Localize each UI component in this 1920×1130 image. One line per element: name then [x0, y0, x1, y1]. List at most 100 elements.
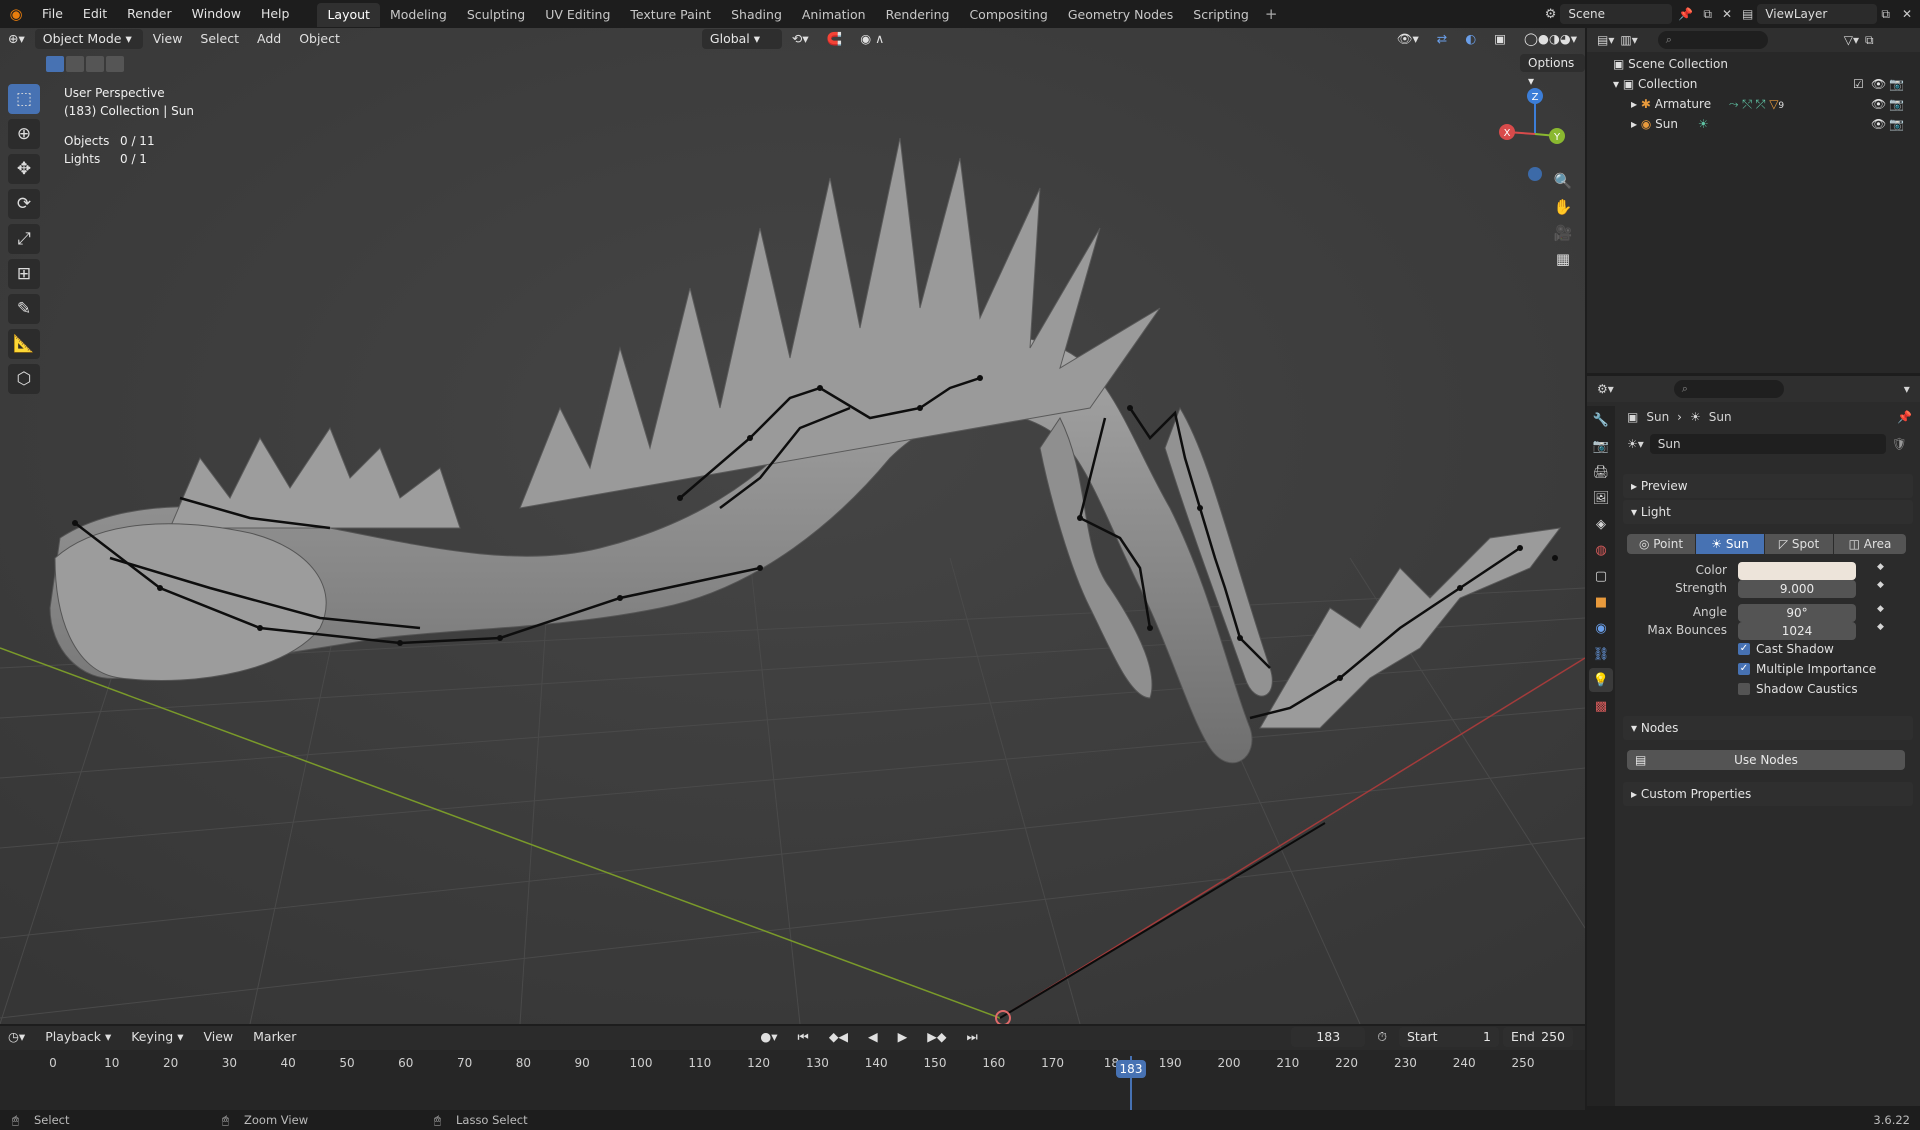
- display-mode-icon[interactable]: ▥▾: [1620, 33, 1637, 47]
- zoom-icon[interactable]: 🔍: [1550, 168, 1576, 194]
- tool-tab-icon[interactable]: 🔧: [1589, 408, 1613, 432]
- pin-properties-icon[interactable]: 📌: [1897, 410, 1912, 424]
- menu-view[interactable]: View: [145, 29, 191, 49]
- snap-icon[interactable]: 🧲: [819, 29, 851, 49]
- cast-shadow-check-icon[interactable]: ✓: [1738, 643, 1750, 655]
- menu-file[interactable]: File: [32, 0, 73, 28]
- light-data-tab-icon[interactable]: 💡: [1589, 668, 1613, 692]
- properties-type-icon[interactable]: ⚙▾: [1597, 382, 1614, 396]
- tab-scripting[interactable]: Scripting: [1183, 3, 1259, 27]
- new-collection-icon[interactable]: ⧉: [1865, 33, 1874, 48]
- fake-user-icon[interactable]: 🛡: [1892, 437, 1907, 451]
- shadow-caustics-check-icon[interactable]: [1738, 683, 1750, 695]
- tab-geometry-nodes[interactable]: Geometry Nodes: [1058, 3, 1183, 27]
- select-mode-buttons[interactable]: [46, 56, 124, 72]
- orientation-dropdown[interactable]: Global ▾: [701, 29, 782, 49]
- use-nodes-button[interactable]: ▤ Use Nodes: [1627, 750, 1905, 770]
- datablock-name-field[interactable]: Sun: [1649, 434, 1886, 454]
- light-type-sun[interactable]: ☀ Sun: [1696, 534, 1764, 554]
- tab-animation[interactable]: Animation: [792, 3, 876, 27]
- scale-icon[interactable]: ⤢: [8, 224, 40, 254]
- 3d-viewport[interactable]: ⊕▾ Object Mode ▾ View Select Add Object …: [0, 28, 1585, 1024]
- visibility-icon[interactable]: 👁▾: [1389, 29, 1427, 49]
- menu-select[interactable]: Select: [192, 29, 247, 49]
- menu-add[interactable]: Add: [249, 29, 289, 49]
- mode-dropdown[interactable]: Object Mode ▾: [34, 29, 143, 49]
- max-bounces-field[interactable]: 1024: [1738, 622, 1856, 640]
- proportional-edit-icon[interactable]: ◉ ∧: [852, 29, 892, 49]
- pan-hand-icon[interactable]: ✋: [1550, 194, 1576, 220]
- options-dropdown[interactable]: Options ▾: [1520, 54, 1585, 88]
- rotate-icon[interactable]: ⟳: [8, 189, 40, 219]
- menu-render[interactable]: Render: [117, 0, 182, 28]
- gizmo-toggle-icon[interactable]: ⇄: [1429, 29, 1455, 49]
- tab-sculpting[interactable]: Sculpting: [457, 3, 535, 27]
- expand-sun-icon[interactable]: ▸: [1631, 117, 1637, 131]
- add-workspace-icon[interactable]: +: [1259, 5, 1284, 23]
- expand-collection-icon[interactable]: ▾: [1613, 77, 1619, 91]
- strength-field[interactable]: 9.000: [1738, 580, 1856, 598]
- properties-search-input[interactable]: ⌕: [1673, 380, 1784, 398]
- delete-view-layer-icon[interactable]: ✕: [1894, 7, 1920, 21]
- collection-camera-icon[interactable]: 📷: [1889, 74, 1904, 94]
- collection-row[interactable]: ▾ ▣ Collection ☑ 👁 📷: [1613, 74, 1913, 94]
- scene-icon[interactable]: ⚙: [1541, 7, 1561, 22]
- sun-eye-icon[interactable]: 👁: [1871, 114, 1886, 134]
- tab-layout[interactable]: Layout: [317, 3, 380, 27]
- ortho-grid-icon[interactable]: ▦: [1550, 246, 1576, 272]
- cursor-icon[interactable]: ⊕: [8, 119, 40, 149]
- world-tab-icon[interactable]: ◍: [1589, 538, 1613, 562]
- shadow-caustics-checkbox[interactable]: Shadow Caustics: [1738, 682, 1858, 696]
- menu-help[interactable]: Help: [251, 0, 300, 28]
- filter-icon[interactable]: ▽▾: [1844, 33, 1859, 47]
- overlay-toggle-icon[interactable]: ◐: [1457, 29, 1484, 49]
- multiple-importance-check-icon[interactable]: ✓: [1738, 663, 1750, 675]
- scene-field[interactable]: Scene: [1560, 4, 1673, 24]
- select-box-icon[interactable]: ⬚: [8, 84, 40, 114]
- select-new-icon[interactable]: [46, 56, 64, 72]
- color-swatch[interactable]: [1738, 562, 1856, 580]
- multiple-importance-checkbox[interactable]: ✓ Multiple Importance: [1738, 662, 1876, 676]
- tab-texture-paint[interactable]: Texture Paint: [620, 3, 721, 27]
- light-type-area[interactable]: ◫ Area: [1834, 534, 1906, 554]
- view-layer-tab-icon[interactable]: 🖼: [1589, 486, 1613, 510]
- panel-preview[interactable]: ▸ Preview: [1623, 474, 1913, 498]
- bounces-keyframe-icon[interactable]: ◆: [1877, 622, 1884, 632]
- outliner-search-input[interactable]: ⌕: [1657, 31, 1768, 49]
- view-layer-field[interactable]: ViewLayer: [1757, 4, 1878, 24]
- angle-keyframe-icon[interactable]: ◆: [1877, 604, 1884, 614]
- panel-light[interactable]: ▾ Light: [1623, 500, 1913, 524]
- camera-icon[interactable]: 🎥: [1550, 220, 1576, 246]
- tab-shading[interactable]: Shading: [721, 3, 792, 27]
- armature-camera-icon[interactable]: 📷: [1889, 94, 1904, 114]
- cast-shadow-checkbox[interactable]: ✓ Cast Shadow: [1738, 642, 1834, 656]
- output-tab-icon[interactable]: 🖨: [1589, 460, 1613, 484]
- measure-icon[interactable]: 📐: [8, 329, 40, 359]
- sun-camera-icon[interactable]: 📷: [1889, 114, 1904, 134]
- blender-logo-icon[interactable]: ◉: [0, 5, 32, 23]
- datablock-selector[interactable]: ☀▾ Sun 🛡: [1627, 434, 1907, 454]
- outliner-item-sun[interactable]: ▸ ◉ Sun ☀ 👁 📷: [1631, 114, 1913, 134]
- tab-compositing[interactable]: Compositing: [959, 3, 1057, 27]
- select-subtract-icon[interactable]: [86, 56, 104, 72]
- texture-tab-icon[interactable]: ▩: [1589, 694, 1613, 718]
- collection-checkbox-icon[interactable]: ☑: [1853, 74, 1864, 94]
- select-invert-icon[interactable]: [106, 56, 124, 72]
- editor-type-icon[interactable]: ⊕▾: [0, 29, 33, 49]
- move-icon[interactable]: ✥: [8, 154, 40, 184]
- shading-modes-icon[interactable]: ◯●◑◕▾: [1516, 29, 1585, 49]
- render-tab-icon[interactable]: 📷: [1589, 434, 1613, 458]
- light-type-icon[interactable]: ☀▾: [1627, 437, 1644, 451]
- view-layer-icon[interactable]: ▤: [1738, 7, 1757, 21]
- scene-tab-icon[interactable]: ◈: [1589, 512, 1613, 536]
- scene-collection-row[interactable]: ▣ Scene Collection: [1613, 54, 1728, 74]
- armature-eye-icon[interactable]: 👁: [1871, 94, 1886, 114]
- menu-window[interactable]: Window: [182, 0, 251, 28]
- expand-armature-icon[interactable]: ▸: [1631, 97, 1637, 111]
- add-cube-icon[interactable]: ⬡: [8, 364, 40, 394]
- panel-nodes[interactable]: ▾ Nodes: [1623, 716, 1913, 740]
- annotate-icon[interactable]: ✎: [8, 294, 40, 324]
- transform-icon[interactable]: ⊞: [8, 259, 40, 289]
- pin-icon[interactable]: 📌: [1672, 7, 1699, 21]
- outliner-item-armature[interactable]: ▸ ✱ Armature ⤳ ⤲ ⤱ ▽9 👁 📷: [1631, 94, 1913, 114]
